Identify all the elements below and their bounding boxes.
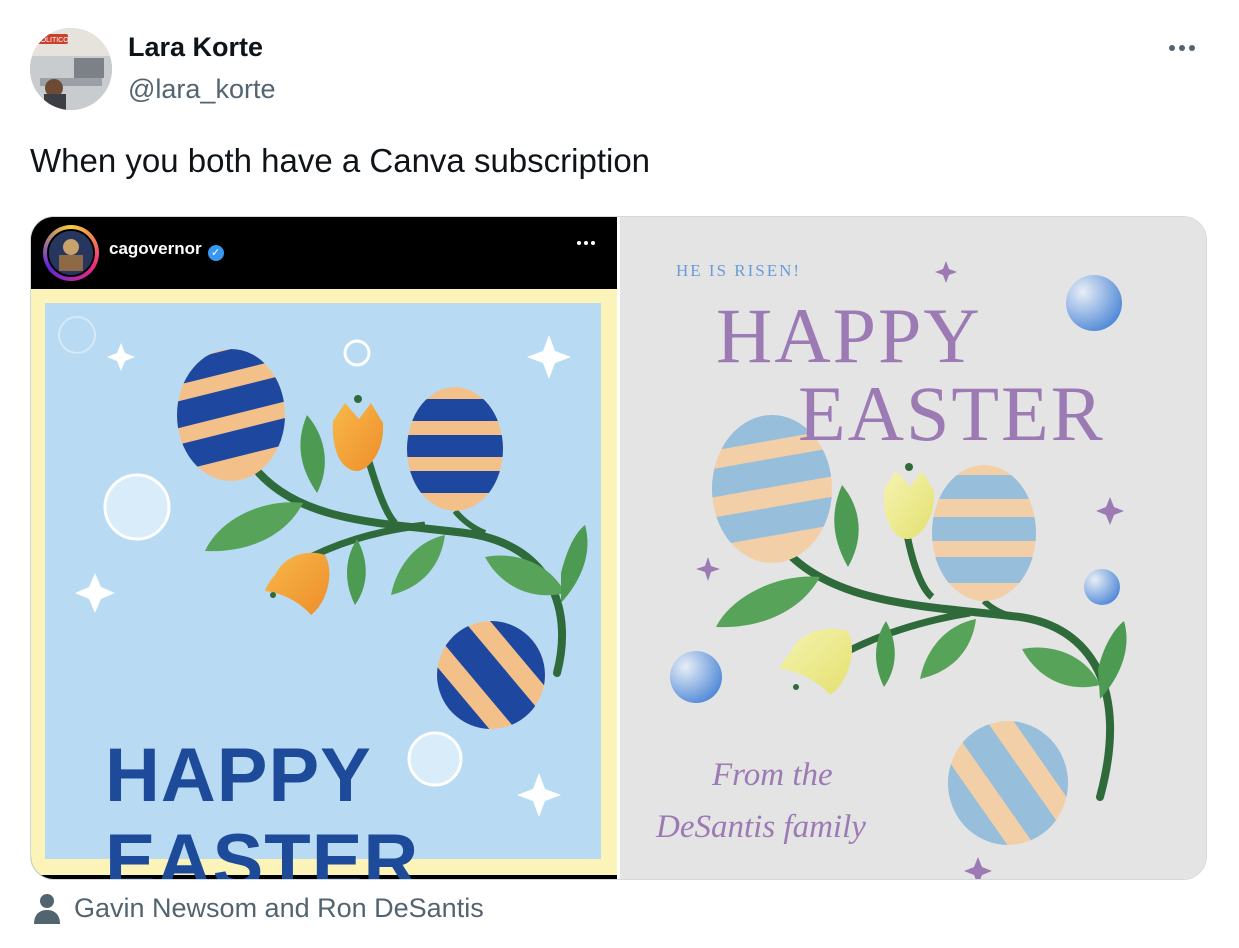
bubble — [1084, 569, 1120, 605]
media-image-left[interactable]: cagovernor ✓ HAPPY EASTER — [31, 217, 617, 879]
easter-egg — [407, 387, 503, 511]
leaf — [391, 535, 445, 595]
bubble — [343, 339, 371, 367]
leaf — [834, 485, 859, 567]
tulip-flower — [332, 403, 384, 471]
leaf — [1098, 621, 1127, 699]
author-name[interactable]: Lara Korte — [128, 32, 263, 63]
leaf — [300, 415, 325, 493]
card-title-left: HAPPY EASTER — [105, 733, 420, 880]
avatar-badge-text: POLITICO — [36, 37, 69, 44]
easter-card-newsom: HAPPY EASTER — [31, 289, 617, 879]
tagged-people-text[interactable]: Gavin Newsom and Ron DeSantis — [74, 893, 484, 924]
sparkle-icon — [75, 573, 115, 613]
instagram-username-text: cagovernor — [109, 239, 202, 258]
tagged-people[interactable]: Gavin Newsom and Ron DeSantis — [32, 888, 484, 928]
ig-more-dot — [577, 241, 581, 245]
card-kicker-right: HE IS RISEN! — [676, 261, 802, 280]
instagram-avatar — [43, 225, 99, 281]
tulip-flower — [265, 552, 330, 615]
author-handle[interactable]: @lara_korte — [128, 74, 275, 105]
ig-more-dot — [591, 241, 595, 245]
sparkle-icon — [517, 773, 561, 817]
bubble — [103, 473, 171, 541]
card-signoff-line2: DeSantis family — [656, 809, 866, 845]
author-avatar[interactable]: POLITICO — [30, 28, 112, 110]
leaf — [485, 555, 565, 596]
leaf — [561, 525, 588, 603]
tweet-media[interactable]: cagovernor ✓ HAPPY EASTER HE IS RISEN! H… — [30, 216, 1207, 880]
verified-badge-icon: ✓ — [207, 245, 224, 261]
card-title-right-line2: EASTER — [798, 370, 1105, 457]
leaf — [205, 502, 303, 552]
more-dot — [1169, 45, 1175, 51]
card-title-left-line1: HAPPY — [105, 733, 372, 818]
card-title-right-line1: HAPPY — [716, 292, 982, 379]
easter-egg — [932, 465, 1036, 601]
leaf — [716, 576, 820, 628]
instagram-more-icon — [577, 241, 595, 245]
person-tag-icon — [34, 894, 60, 924]
leaf — [347, 539, 366, 605]
leaf — [920, 619, 976, 679]
media-image-right[interactable]: HE IS RISEN! HAPPY EASTER From the DeSan… — [620, 217, 1206, 879]
sparkle-icon — [527, 335, 571, 379]
easter-egg — [177, 349, 285, 481]
instagram-post-header: cagovernor ✓ — [31, 217, 617, 289]
more-options-icon[interactable] — [1162, 32, 1202, 64]
sparkle-icon — [107, 343, 135, 371]
sparkle-icon — [696, 557, 720, 581]
card-background: HAPPY EASTER — [45, 303, 601, 879]
more-dot — [1179, 45, 1185, 51]
instagram-username: cagovernor ✓ — [109, 239, 224, 261]
card-title-left-line2: EASTER — [105, 819, 420, 880]
tweet-header: POLITICO Lara Korte @lara_korte — [30, 28, 1210, 114]
bubble — [1066, 275, 1122, 331]
card-signoff-line1: From the — [712, 757, 833, 793]
bubble — [670, 651, 722, 703]
easter-egg — [948, 721, 1068, 845]
more-dot — [1189, 45, 1195, 51]
tulip-flower — [883, 471, 935, 539]
sparkle-icon — [1096, 497, 1124, 525]
sparkle-icon — [964, 857, 992, 879]
tweet-text: When you both have a Canva subscription — [30, 142, 651, 179]
ig-more-dot — [584, 241, 588, 245]
tulip-flower — [780, 628, 852, 695]
sparkle-icon — [935, 261, 957, 283]
